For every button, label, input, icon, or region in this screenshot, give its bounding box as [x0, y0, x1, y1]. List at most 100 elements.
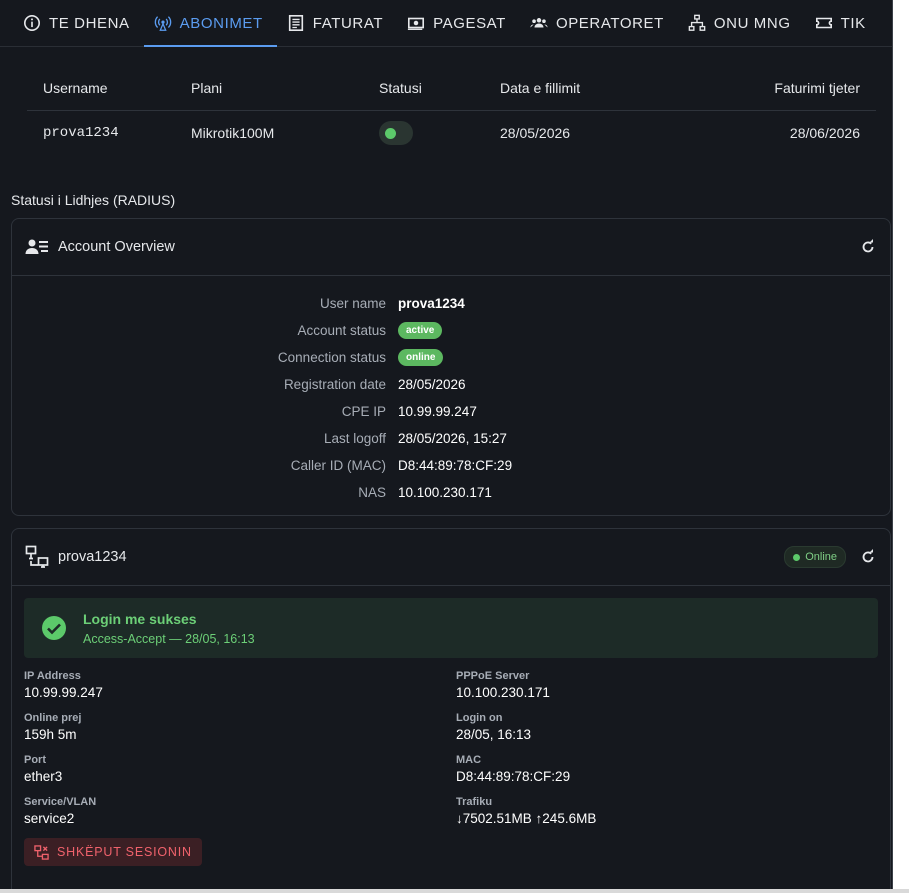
network-icon	[688, 14, 706, 31]
detail-label: Login on	[456, 712, 503, 724]
overview-row: Caller ID (MAC) D8:44:89:78:CF:29	[12, 452, 890, 479]
status-badge: active	[398, 322, 443, 339]
overview-value: 10.100.230.171	[398, 485, 492, 500]
overview-label: Caller ID (MAC)	[290, 458, 386, 473]
check-circle-icon	[42, 616, 66, 640]
tab-operatoret[interactable]: OPERATORET	[520, 0, 678, 46]
overview-label: Connection status	[277, 350, 386, 365]
detail-traffic: Trafiku ↓7502.51MB ↑245.6MB	[456, 796, 890, 838]
detail-port: Port ether3	[24, 754, 456, 796]
overview-row: User name prova1234	[12, 290, 890, 317]
overview-value: 10.99.99.247	[398, 404, 477, 419]
detail-value: ↓7502.51MB ↑245.6MB	[456, 811, 597, 826]
status-badge: online	[398, 349, 444, 366]
detail-value: D8:44:89:78:CF:29	[456, 769, 571, 784]
overview-row: Last logoff 28/05/2026, 15:27	[12, 425, 890, 452]
detail-label: IP Address	[24, 670, 81, 682]
info-icon	[23, 14, 41, 32]
window-bottom-edge	[0, 889, 909, 893]
cell-username: prova1234	[43, 125, 119, 141]
tab-tik[interactable]: TIK	[805, 0, 880, 46]
user-card-icon	[25, 239, 48, 254]
card-title: Account Overview	[58, 239, 175, 255]
detail-value: 28/05, 16:13	[456, 727, 532, 742]
overview-row: Connection status online	[12, 344, 890, 371]
cell-status	[379, 121, 500, 145]
detail-service: Service/VLAN service2	[24, 796, 456, 838]
overview-value: 28/05/2026	[398, 377, 466, 392]
detail-label: Service/VLAN	[24, 796, 97, 808]
tab-pagesat[interactable]: PAGESAT	[397, 0, 520, 46]
detail-label: Port	[24, 754, 46, 766]
overview-value: prova1234	[398, 296, 465, 311]
tab-onu-mng[interactable]: ONU MNG	[678, 0, 805, 46]
tab-label: TE DHENA	[49, 14, 130, 32]
refresh-icon[interactable]	[860, 239, 876, 255]
table-header: Username Plani Statusi Data e fillimit F…	[27, 66, 876, 111]
detail-pppoe: PPPoE Server 10.100.230.171	[456, 670, 890, 712]
detail-label: MAC	[456, 754, 482, 766]
login-success-alert: Login me sukses Access-Accept — 28/05, 1…	[24, 598, 878, 658]
cell-start-date: 28/05/2026	[500, 125, 571, 141]
overview-label: Account status	[297, 323, 386, 338]
detail-online: Online prej 159h 5m	[24, 712, 456, 754]
overview-list: User name prova1234 Account status active …	[12, 276, 890, 506]
detail-ip: IP Address 10.99.99.247	[24, 670, 456, 712]
tab-te-dhena[interactable]: TE DHENA	[13, 0, 144, 46]
disconnect-icon	[34, 844, 49, 860]
card-header: Account Overview	[12, 219, 890, 276]
section-title: Statusi i Lidhjes (RADIUS)	[11, 192, 176, 208]
detail-value: 10.100.230.171	[456, 685, 550, 700]
ticket-icon	[815, 17, 832, 29]
online-badge-label: Online	[805, 551, 837, 563]
tab-abonimet[interactable]: ABONIMET	[143, 0, 277, 47]
overview-row: CPE IP 10.99.99.247	[12, 398, 890, 425]
detail-login: Login on 28/05, 16:13	[456, 712, 890, 754]
refresh-icon[interactable]	[860, 549, 876, 565]
tab-bar: TE DHENA ABONIMET FATURAT PAGESAT OPERAT…	[0, 0, 892, 47]
card-title: prova1234	[58, 549, 127, 565]
tab-label: FATURAT	[312, 14, 384, 32]
overview-label: User name	[319, 296, 386, 311]
subscriptions-table: Username Plani Statusi Data e fillimit F…	[27, 66, 876, 155]
online-badge: Online	[784, 546, 846, 568]
disconnect-session-button[interactable]: SHKËPUT SESIONIN	[24, 838, 202, 866]
overview-row: Registration date 28/05/2026	[12, 371, 890, 398]
antenna-icon	[154, 16, 171, 31]
tab-faturat[interactable]: FATURAT	[277, 0, 397, 46]
cell-next-invoice: 28/06/2026	[789, 125, 860, 141]
overview-row: NAS 10.100.230.171	[12, 479, 890, 506]
detail-value: 10.99.99.247	[24, 685, 103, 700]
detail-value: 159h 5m	[24, 727, 77, 742]
detail-value: service2	[24, 811, 75, 826]
col-plan: Plani	[191, 80, 223, 96]
status-toggle[interactable]	[379, 121, 413, 145]
cash-icon	[408, 17, 425, 30]
disconnect-label: SHKËPUT SESIONIN	[57, 845, 192, 859]
col-next-invoice: Faturimi tjeter	[774, 80, 860, 96]
overview-label: NAS	[358, 485, 386, 500]
table-row[interactable]: prova1234 Mikrotik100M 28/05/2026 28/06/…	[27, 111, 876, 155]
col-status: Statusi	[379, 80, 422, 96]
detail-value: ether3	[24, 769, 63, 784]
tab-label: ONU MNG	[713, 14, 791, 32]
col-start-date: Data e fillimit	[500, 80, 581, 96]
session-card: prova1234 Online Login me sukses Access-…	[11, 528, 891, 893]
toggle-knob	[385, 127, 396, 139]
overview-value: D8:44:89:78:CF:29	[398, 458, 513, 473]
overview-label: CPE IP	[341, 404, 386, 419]
col-username: Username	[43, 80, 108, 96]
success-subtitle: Access-Accept — 28/05, 16:13	[83, 631, 255, 646]
tab-label: OPERATORET	[555, 14, 664, 32]
overview-label: Registration date	[283, 377, 386, 392]
tab-label: PAGESAT	[433, 14, 506, 32]
tab-label: TIK	[840, 14, 866, 32]
detail-mac: MAC D8:44:89:78:CF:29	[456, 754, 890, 796]
success-title: Login me sukses	[83, 610, 197, 627]
session-details: IP Address 10.99.99.247 PPPoE Server 10.10…	[12, 658, 890, 838]
account-overview-card: Account Overview User name prova1234 Acco…	[11, 218, 891, 516]
status-dot	[793, 553, 801, 561]
detail-label: Trafiku	[456, 796, 493, 808]
cell-plan: Mikrotik100M	[191, 125, 275, 141]
tab-label: ABONIMET	[179, 14, 263, 32]
